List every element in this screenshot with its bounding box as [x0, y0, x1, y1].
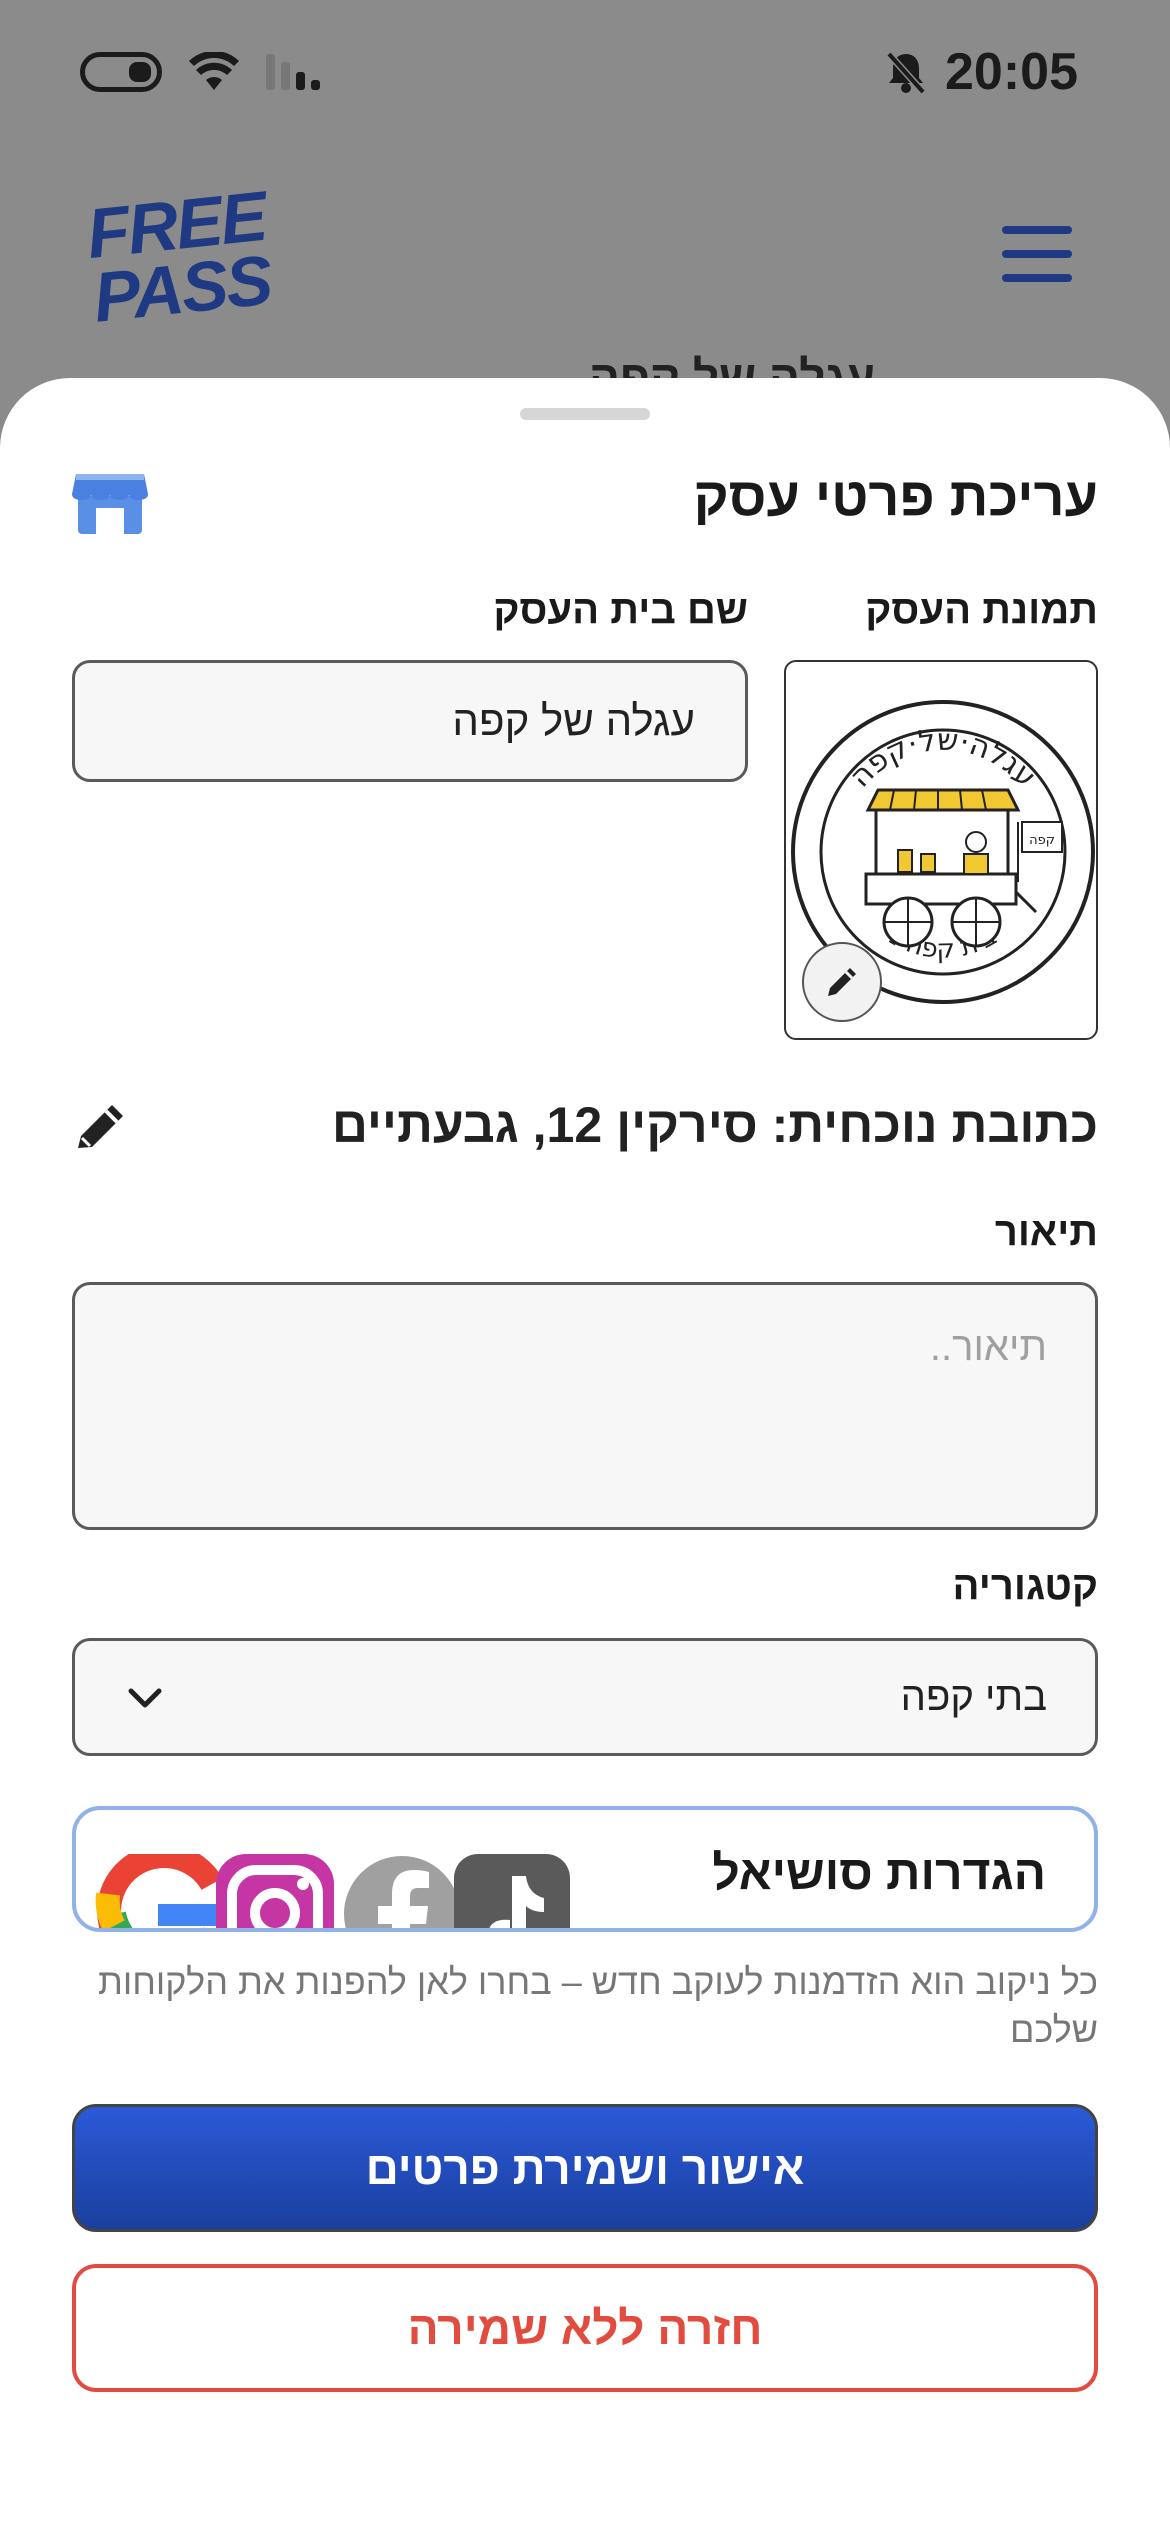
name-label: שם בית העסק	[493, 588, 748, 632]
category-label: קטגוריה	[952, 1564, 1098, 1608]
logo-text: FREE PASS	[83, 176, 275, 337]
logo-top-text: עגלה·של·קפה	[843, 723, 1044, 795]
svg-text:עגלה·של·קפה: עגלה·של·קפה	[843, 723, 1044, 795]
instagram-icon	[216, 1854, 334, 1928]
battery-icon	[80, 52, 162, 92]
wifi-icon	[189, 52, 239, 90]
business-image[interactable]: עגלה·של·קפה בית קפה נ קפה	[784, 660, 1098, 1040]
logo-sign-text: קפה	[1029, 833, 1055, 848]
clock: 20:05	[945, 43, 1078, 101]
edit-image-button[interactable]	[802, 942, 882, 1022]
address-row: כתובת נוכחית: סירקין 12, גבעתיים	[72, 1096, 1098, 1166]
confirm-save-button[interactable]: אישור ושמירת פרטים	[72, 2104, 1098, 2232]
image-label: תמונת העסק	[865, 588, 1098, 632]
tiktok-icon	[454, 1854, 570, 1928]
edit-business-sheet: עריכת פרטי עסק תמונת העסק שם בית העסק עג…	[0, 378, 1170, 2532]
business-name-input[interactable]: עגלה של קפה	[72, 660, 748, 782]
sheet-title: עריכת פרטי עסק	[693, 467, 1099, 527]
social-icons	[95, 1854, 570, 1928]
back-without-saving-button[interactable]: חזרה ללא שמירה	[72, 2264, 1098, 2392]
category-select[interactable]: בתי קפה	[72, 1638, 1098, 1756]
social-hint-text: כל ניקוב הוא הזדמנות לעוקב חדש – בחרו לא…	[97, 1961, 1098, 2050]
social-settings-button[interactable]: הגדרות סושיאל	[72, 1806, 1098, 1932]
google-icon	[95, 1854, 223, 1928]
background-header: FREE PASS עגלה של קפה	[0, 170, 1170, 665]
signal-icon	[266, 54, 320, 90]
sheet-grabber[interactable]	[520, 408, 650, 420]
facebook-icon	[344, 1856, 460, 1928]
social-settings-label: הגדרות סושיאל	[712, 1847, 1046, 1900]
description-textarea[interactable]: תיאור..	[72, 1282, 1098, 1530]
category-value: בתי קפה	[900, 1674, 1047, 1719]
description-label: תיאור	[994, 1210, 1098, 1254]
chevron-down-icon	[128, 1688, 162, 1708]
status-icons-left	[80, 52, 326, 92]
freepass-logo: FREE PASS	[72, 176, 302, 337]
edit-address-icon[interactable]	[72, 1096, 132, 1156]
store-icon	[72, 474, 148, 534]
status-icons-right: 20:05	[885, 42, 1078, 102]
hamburger-icon[interactable]	[1002, 226, 1072, 282]
pencil-icon	[828, 968, 856, 996]
current-address: כתובת נוכחית: סירקין 12, גבעתיים	[331, 1097, 1098, 1153]
status-bar: 20:05	[0, 0, 1170, 150]
bell-muted-icon	[886, 51, 926, 94]
